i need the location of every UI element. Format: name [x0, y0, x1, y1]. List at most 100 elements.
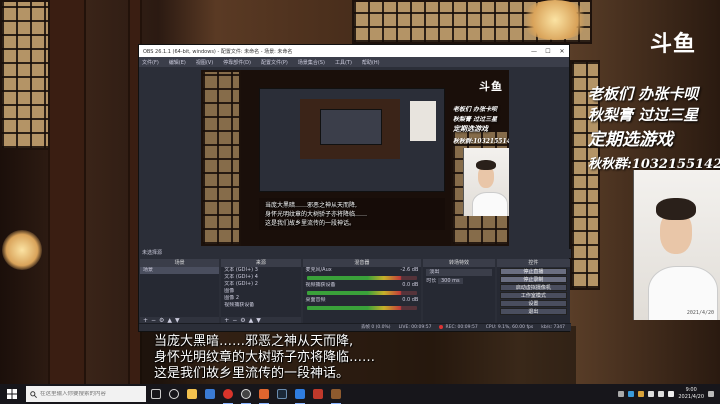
- source-item[interactable]: 文本 (GDI+) 2: [221, 281, 300, 288]
- source-item[interactable]: 文本 (GDI+) 4: [221, 274, 300, 281]
- mixer-channel-name: 桌面音频 0.0 dB: [305, 297, 419, 303]
- scenes-dock: 场景 场景 +−⚙▲▼: [140, 259, 220, 325]
- sources-dock-title: 来源: [221, 259, 301, 267]
- system-clock[interactable]: 9:00 2021/4/20: [678, 387, 704, 401]
- preview-lattice: [201, 70, 241, 246]
- streamer-hair: [656, 198, 696, 220]
- preview-streamer-hair: [476, 160, 496, 170]
- stop-recording-button[interactable]: 停止录制: [499, 276, 568, 283]
- store-icon[interactable]: [202, 384, 218, 404]
- live-timer: LIVE: 00:09:57: [398, 325, 432, 330]
- task-view-icon[interactable]: [148, 384, 164, 404]
- preview-streamer-body: [472, 192, 508, 216]
- volume-icon[interactable]: [658, 391, 665, 397]
- tray-icon[interactable]: [638, 391, 645, 397]
- source-item[interactable]: 文本 (GDI+) 3: [221, 267, 300, 274]
- menu-profile[interactable]: 配置文件(P): [261, 59, 288, 66]
- preview-subtitle-3: 这是我们故乡里流传的一段神话。: [265, 220, 356, 227]
- menu-docks[interactable]: 停靠部件(D): [223, 59, 251, 66]
- stop-streaming-button[interactable]: 停止直播: [499, 268, 568, 275]
- subtitle-line-3: 这是我们故乡里流传的一段神话。: [154, 366, 350, 381]
- nested-obs-preview-2: [320, 109, 382, 145]
- source-item[interactable]: 图像: [221, 288, 300, 295]
- exit-button[interactable]: 退出: [499, 308, 568, 315]
- tray-icon[interactable]: [628, 391, 635, 397]
- taskbar-search-box[interactable]: [26, 386, 146, 402]
- lamp-glow: [2, 230, 42, 270]
- app-icon[interactable]: [256, 384, 272, 404]
- windows-start-icon[interactable]: [0, 384, 24, 404]
- rec-timer: REC: 00:09:57: [439, 324, 478, 331]
- transition-duration[interactable]: 时长 300 ms: [423, 278, 494, 285]
- search-icon: [30, 390, 37, 398]
- notification-icon[interactable]: [708, 391, 714, 397]
- rec-icon: [439, 324, 444, 329]
- douyu-logo: 斗鱼: [650, 32, 697, 57]
- menu-scene-collection[interactable]: 场景集合(S): [298, 59, 325, 66]
- settings-button[interactable]: 设置: [499, 300, 568, 307]
- overlay-line-3: 定期选游戏: [588, 130, 673, 150]
- transitions-dock-title: 转场特效: [423, 259, 495, 267]
- lattice-window: [0, 0, 50, 150]
- controls-dock-title: 控件: [496, 259, 571, 267]
- cortana-icon[interactable]: [166, 384, 182, 404]
- nested-obs-preview: [259, 88, 445, 192]
- overlay-line-1: 老板们 办张卡呗: [588, 85, 699, 103]
- bitrate: kb/s: 7347: [541, 325, 565, 330]
- transition-select[interactable]: 淡出: [426, 269, 492, 276]
- scenes-dock-title: 场景: [140, 259, 220, 267]
- obs-titlebar[interactable]: OBS 26.1.1 (64-bit, windows) - 配置文件: 未命名…: [139, 45, 569, 57]
- search-input[interactable]: [40, 391, 140, 397]
- preview-overlay-line-2: 秋梨膏 过过三星: [453, 116, 498, 123]
- webcam-date: 2021/4/20: [686, 310, 714, 316]
- menu-file[interactable]: 文件(F): [142, 59, 159, 66]
- nested-webcam: [410, 101, 436, 141]
- menu-view[interactable]: 视图(V): [196, 59, 213, 66]
- close-icon[interactable]: ✕: [555, 48, 569, 55]
- cpu-usage: CPU: 9.1%, 60.00 fps: [485, 325, 534, 330]
- obs-menubar: 文件(F) 编辑(E) 视图(V) 停靠部件(D) 配置文件(P) 场景集合(S…: [139, 57, 569, 67]
- app-icon[interactable]: [310, 384, 326, 404]
- obs-icon[interactable]: [238, 384, 254, 404]
- scene-item[interactable]: 场景: [140, 267, 220, 274]
- obs-preview-canvas[interactable]: 斗鱼 老板们 办张卡呗 秋梨膏 过过三星 定期选游戏 秋秋群:103215514…: [201, 70, 509, 246]
- file-explorer-icon[interactable]: [184, 384, 200, 404]
- preview-webcam: [463, 148, 509, 216]
- minimize-icon[interactable]: —: [527, 48, 541, 55]
- menu-edit[interactable]: 编辑(E): [169, 59, 186, 66]
- transitions-dock: 转场特效 淡出 时长 300 ms: [423, 259, 495, 325]
- obs-docks: 场景 场景 +−⚙▲▼ 来源 文本 (GDI+) 3 文本 (GDI+) 4 文…: [139, 259, 571, 325]
- menu-help[interactable]: 帮助(H): [362, 59, 380, 66]
- network-icon[interactable]: [648, 391, 655, 397]
- maximize-icon[interactable]: ☐: [541, 48, 555, 55]
- obs-statusbar: 丢帧 0 (0.0%) LIVE: 00:09:57 REC: 00:09:57…: [139, 323, 571, 331]
- source-item[interactable]: 视频捕获设备: [221, 302, 300, 309]
- webcam-feed: 2021/4/20: [633, 170, 720, 320]
- no-source-selected-label: 未选择源: [139, 249, 571, 258]
- dropped-frames: 丢帧 0 (0.0%): [360, 325, 391, 330]
- volume-meter[interactable]: [306, 291, 418, 295]
- volume-meter[interactable]: [306, 306, 418, 310]
- start-virtual-camera-button[interactable]: 启动虚拟摄像机: [499, 284, 568, 291]
- wooden-pillar: [48, 0, 86, 384]
- ime-icon[interactable]: [668, 391, 675, 397]
- game-icon[interactable]: [328, 384, 344, 404]
- preview-overlay-line-3: 定期选游戏: [453, 124, 488, 133]
- app-icon[interactable]: [292, 384, 308, 404]
- menu-tools[interactable]: 工具(T): [335, 59, 352, 66]
- preview-overlay-line-4: 秋秋群:1032155142: [453, 138, 509, 145]
- source-item[interactable]: 图像 2: [221, 295, 300, 302]
- audio-mixer-dock: 混音器 麦克风/Aux -2.6 dB 视频捕获设备 0.0 dB 桌面音频 0…: [302, 259, 422, 325]
- steam-icon[interactable]: [274, 384, 290, 404]
- obs-title-text: OBS 26.1.1 (64-bit, windows) - 配置文件: 未命名…: [143, 48, 293, 55]
- obs-window[interactable]: OBS 26.1.1 (64-bit, windows) - 配置文件: 未命名…: [138, 44, 571, 332]
- preview-overlay-line-1: 老板们 办张卡呗: [453, 106, 498, 113]
- studio-mode-button[interactable]: 工作室模式: [499, 292, 568, 299]
- browser-icon[interactable]: [220, 384, 236, 404]
- mixer-channel-name: 麦克风/Aux -2.6 dB: [305, 267, 419, 273]
- tray-icon[interactable]: [618, 391, 625, 397]
- volume-meter[interactable]: [306, 276, 418, 280]
- system-tray: 9:00 2021/4/20: [618, 387, 720, 401]
- overlay-line-2: 秋梨膏 过过三星: [588, 106, 699, 124]
- clock-time: 9:00: [685, 387, 697, 393]
